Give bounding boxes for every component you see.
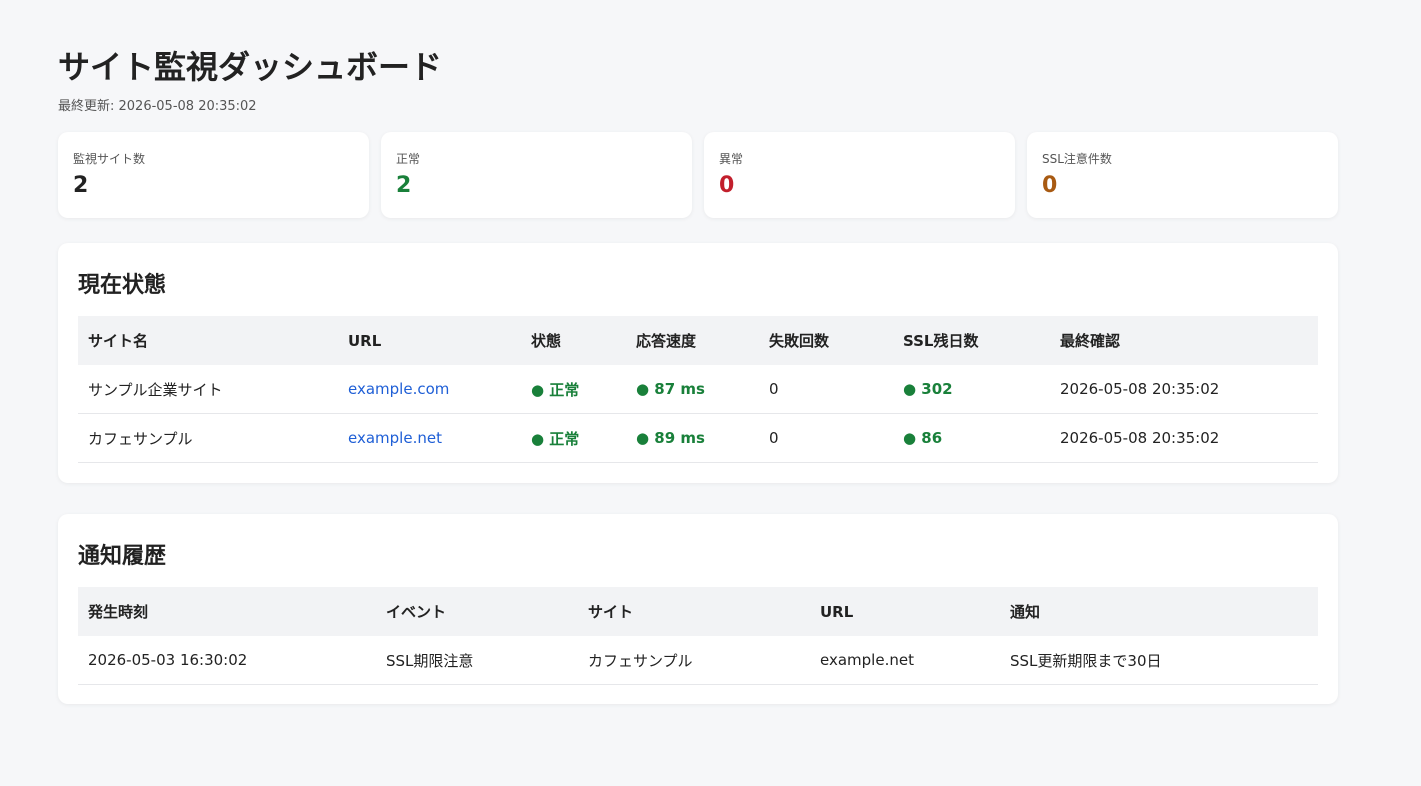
event-url: example.net (810, 636, 1000, 685)
stat-card-error: 異常 0 (704, 132, 1015, 218)
col-failures: 失敗回数 (759, 316, 893, 365)
stat-card-ssl-warning: SSL注意件数 0 (1027, 132, 1338, 218)
response-time: ● 87 ms (626, 365, 759, 414)
failure-count: 0 (759, 365, 893, 414)
col-url: URL (810, 587, 1000, 636)
last-checked: 2026-05-08 20:35:02 (1050, 365, 1318, 414)
status-badge: ● 正常 (521, 413, 626, 463)
response-time: ● 89 ms (626, 413, 759, 463)
site-url-link[interactable]: example.com (348, 380, 449, 398)
col-url: URL (338, 316, 521, 365)
stat-value: 0 (719, 173, 735, 198)
last-updated: 最終更新: 2026-05-08 20:35:02 (58, 99, 257, 114)
stat-value: 2 (73, 173, 89, 198)
table-row: サンプル企業サイト example.com ● 正常 ● 87 ms 0 ● 3… (78, 365, 1318, 414)
col-site: サイト (578, 587, 810, 636)
stat-label: 異常 (719, 152, 744, 166)
col-ssl-days: SSL残日数 (893, 316, 1050, 365)
col-time: 発生時刻 (78, 587, 376, 636)
stat-label: 正常 (396, 152, 421, 166)
ssl-days: ● 302 (893, 365, 1050, 414)
site-name: カフェサンプル (78, 413, 338, 463)
site-url-link[interactable]: example.net (348, 429, 442, 447)
site-name: サンプル企業サイト (78, 365, 338, 414)
failure-count: 0 (759, 413, 893, 463)
table-row: 2026-05-03 16:30:02 SSL期限注意 カフェサンプル exam… (78, 636, 1318, 685)
event-type: SSL期限注意 (376, 636, 578, 685)
notification-history-title: 通知履歴 (78, 544, 167, 569)
stat-label: SSL注意件数 (1042, 152, 1112, 166)
ssl-days: ● 86 (893, 413, 1050, 463)
stat-label: 監視サイト数 (73, 152, 146, 166)
col-status: 状態 (521, 316, 626, 365)
col-notice: 通知 (1000, 587, 1318, 636)
status-badge: ● 正常 (521, 365, 626, 414)
event-notice: SSL更新期限まで30日 (1000, 636, 1318, 685)
table-header-row: サイト名 URL 状態 応答速度 失敗回数 SSL残日数 最終確認 (78, 316, 1318, 365)
last-checked: 2026-05-08 20:35:02 (1050, 413, 1318, 463)
event-site: カフェサンプル (578, 636, 810, 685)
table-row: カフェサンプル example.net ● 正常 ● 89 ms 0 ● 86 … (78, 413, 1318, 463)
notification-history-panel: 通知履歴 発生時刻 イベント サイト URL 通知 2026-05-03 16:… (58, 514, 1338, 704)
table-header-row: 発生時刻 イベント サイト URL 通知 (78, 587, 1318, 636)
col-response: 応答速度 (626, 316, 759, 365)
current-status-table: サイト名 URL 状態 応答速度 失敗回数 SSL残日数 最終確認 サンプル企業… (78, 316, 1318, 463)
event-time: 2026-05-03 16:30:02 (78, 636, 376, 685)
col-site-name: サイト名 (78, 316, 338, 365)
stats-row: 監視サイト数 2 正常 2 異常 0 SSL注意件数 0 (58, 132, 1338, 218)
current-status-panel: 現在状態 サイト名 URL 状態 応答速度 失敗回数 SSL残日数 最終確認 サ… (58, 243, 1338, 483)
stat-card-total: 監視サイト数 2 (58, 132, 369, 218)
current-status-title: 現在状態 (78, 273, 167, 298)
col-last-checked: 最終確認 (1050, 316, 1318, 365)
notification-history-table: 発生時刻 イベント サイト URL 通知 2026-05-03 16:30:02… (78, 587, 1318, 685)
stat-value: 2 (396, 173, 412, 198)
stat-value: 0 (1042, 173, 1058, 198)
stat-card-ok: 正常 2 (381, 132, 692, 218)
col-event: イベント (376, 587, 578, 636)
page-title: サイト監視ダッシュボード (58, 48, 443, 86)
